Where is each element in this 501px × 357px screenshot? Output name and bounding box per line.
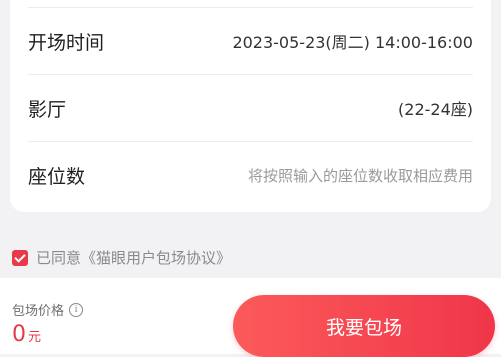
- price-unit: 元: [28, 330, 42, 345]
- info-icon[interactable]: i: [69, 302, 84, 317]
- row-seat-count[interactable]: 座位数 将按照输入的座位数收取相应费用: [28, 142, 473, 208]
- seat-count-label: 座位数: [28, 165, 86, 188]
- agreement-row[interactable]: 已同意《猫眼用户包场协议》: [12, 247, 231, 268]
- hall-value: (22-24座): [398, 100, 473, 119]
- row-start-time: 开场时间 2023-05-23(周二) 14:00-16:00: [28, 8, 473, 75]
- booking-details-card: 开场时间 2023-05-23(周二) 14:00-16:00 影厅 (22-2…: [10, 0, 491, 212]
- start-time-value: 2023-05-23(周二) 14:00-16:00: [232, 33, 473, 52]
- price-label-row: 包场价格 i: [12, 300, 84, 319]
- price-value: 0: [12, 322, 26, 347]
- start-time-label: 开场时间: [28, 31, 105, 54]
- hall-label: 影厅: [28, 98, 67, 121]
- book-now-button[interactable]: 我要包场: [233, 295, 495, 357]
- agreement-text[interactable]: 已同意《猫眼用户包场协议》: [36, 247, 231, 268]
- price-display: 0 元: [12, 322, 41, 347]
- agreement-checkbox[interactable]: [12, 249, 28, 266]
- seat-count-hint[interactable]: 将按照输入的座位数收取相应费用: [248, 165, 473, 186]
- price-label: 包场价格: [12, 304, 65, 319]
- row-hall[interactable]: 影厅 (22-24座): [28, 75, 473, 142]
